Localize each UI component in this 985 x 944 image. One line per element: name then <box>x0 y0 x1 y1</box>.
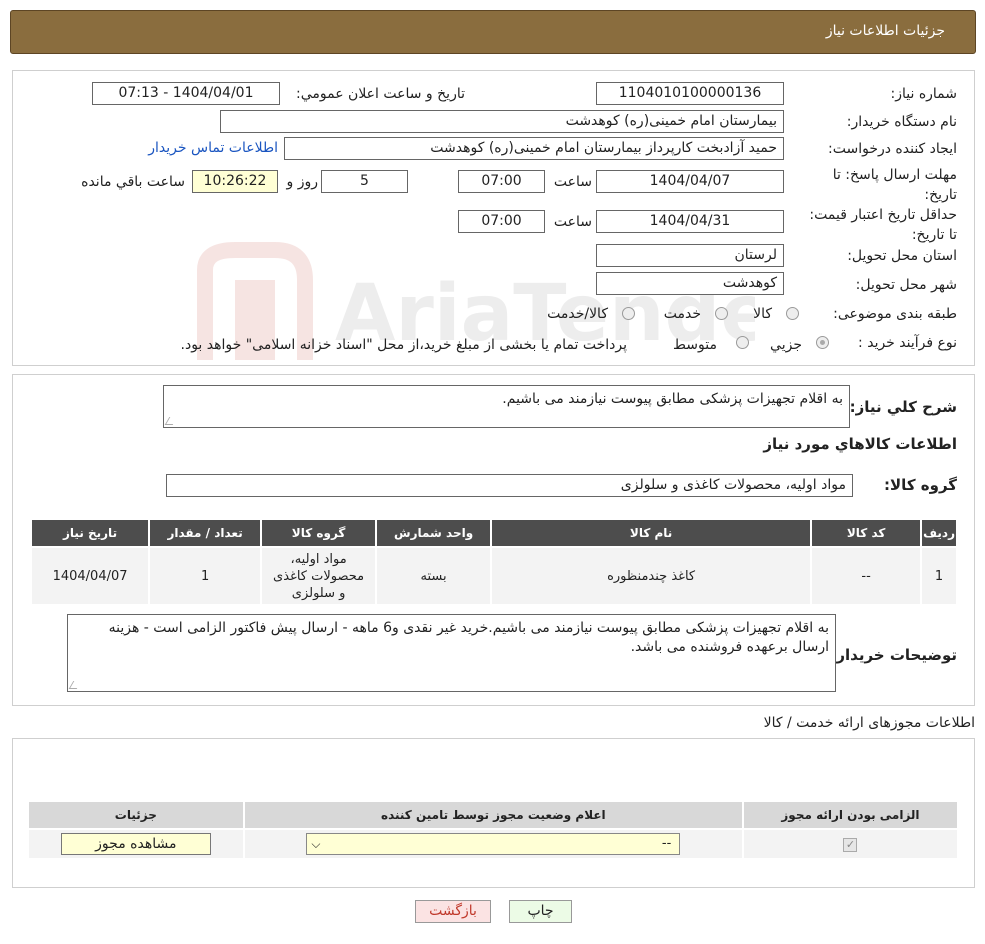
col-date: تاريخ نياز <box>29 518 151 548</box>
chevron-down-icon: ⌵ <box>311 837 321 851</box>
summary-label: شرح كلي نياز: <box>849 398 957 416</box>
announce-label: تاریخ و ساعت اعلان عمومي: <box>296 86 465 102</box>
col-permit-required: الزامی بودن ارائه مجوز <box>741 800 960 830</box>
validity-time-label: ساعت <box>553 214 592 230</box>
cell-row: 1 <box>920 546 958 606</box>
creator-label: ایجاد کننده درخواست: <box>828 141 957 157</box>
buyer-org-field: بیمارستان امام خمینی(ره) کوهدشت <box>220 110 784 133</box>
category-option-goods: کالا <box>753 306 772 322</box>
contact-info-link[interactable]: اطلاعات تماس خريدار <box>148 140 278 156</box>
print-button[interactable]: چاپ <box>509 900 572 923</box>
city-field: کوهدشت <box>596 272 784 295</box>
province-label: استان محل تحویل: <box>847 248 957 264</box>
table-row: 1 -- کاغذ چندمنظوره بسته مواد اولیه، محص… <box>29 546 958 606</box>
deadline-date-field: 1404/04/07 <box>596 170 784 193</box>
col-group: گروه كالا <box>260 518 378 548</box>
process-label: نوع فرآیند خرید : <box>858 335 957 351</box>
col-code: كد كالا <box>810 518 923 548</box>
col-permit-status: اعلام وضعیت مجوز توسط تامین کننده <box>242 800 744 830</box>
resize-grip-icon[interactable] <box>164 417 178 425</box>
validity-label: حداقل تاريخ اعتبار قيمت: تا تاریخ: <box>809 207 957 243</box>
process-radio-medium[interactable] <box>736 336 749 349</box>
permit-required-cell: ✓ <box>741 828 960 860</box>
goods-info-title: اطلاعات كالاهاي مورد نياز <box>763 435 957 453</box>
buyer-notes-textarea[interactable]: به اقلام تجهیزات پزشکی مطابق پیوست نیازم… <box>67 614 836 692</box>
validity-time-field: 07:00 <box>458 210 545 233</box>
process-note: پرداخت تمام یا بخشی از مبلغ خرید،از محل … <box>180 337 627 353</box>
items-table-header: رديف كد كالا نام كالا واحد شمارش گروه كا… <box>29 518 958 548</box>
category-radio-goods[interactable] <box>786 307 799 320</box>
permit-status-cell: ⌵ -- <box>242 828 744 860</box>
city-label: شهر محل تحویل: <box>855 277 957 293</box>
cell-unit: بسته <box>375 546 493 606</box>
permits-table: الزامی بودن ارائه مجوز اعلام وضعیت مجوز … <box>27 800 960 860</box>
buyer-org-label: نام دستگاه خريدار: <box>846 114 957 130</box>
process-option-minor: جزيي <box>770 337 802 353</box>
cell-date: 1404/04/07 <box>29 546 151 606</box>
summary-textarea[interactable]: به اقلام تجهیزات پزشکی مطابق پیوست نیازم… <box>163 385 850 428</box>
col-permit-details: جزئیات <box>27 800 245 830</box>
permit-status-select[interactable]: ⌵ -- <box>306 833 681 855</box>
col-qty: تعداد / مقدار <box>148 518 263 548</box>
checkbox-icon: ✓ <box>843 837 858 852</box>
cell-name: کاغذ چندمنظوره <box>490 546 813 606</box>
resize-grip-icon[interactable] <box>68 681 82 689</box>
process-option-medium: متوسط <box>673 337 717 353</box>
page-title: جزئیات اطلاعات نیاز <box>825 23 945 39</box>
need-number-field: 1104010100000136 <box>596 82 784 105</box>
category-radio-service[interactable] <box>715 307 728 320</box>
items-table: رديف كد كالا نام كالا واحد شمارش گروه كا… <box>29 518 958 606</box>
remaining-label: ساعت باقي مانده <box>81 174 185 190</box>
goods-group-label: گروه کالا: <box>884 476 957 494</box>
category-option-both: کالا/خدمت <box>547 306 608 322</box>
cell-group: مواد اولیه، محصولات کاغذی و سلولزی <box>260 546 378 606</box>
category-label: طبقه بندی موضوعی: <box>833 306 957 322</box>
province-field: لرستان <box>596 244 784 267</box>
buyer-notes-label: توضيحات خريدار: <box>830 646 957 664</box>
col-unit: واحد شمارش <box>375 518 493 548</box>
cell-code: -- <box>810 546 923 606</box>
summary-text: به اقلام تجهیزات پزشکی مطابق پیوست نیازم… <box>502 391 843 407</box>
category-radio-both[interactable] <box>622 307 635 320</box>
remaining-time-field: 10:26:22 <box>192 170 278 193</box>
back-button[interactable]: بازگشت <box>415 900 491 923</box>
category-option-service: خدمت <box>663 306 701 322</box>
permits-table-header: الزامی بودن ارائه مجوز اعلام وضعیت مجوز … <box>27 800 960 830</box>
creator-field: حمید آزادبخت کارپرداز بیمارستان امام خمی… <box>284 137 784 160</box>
deadline-label: مهلت ارسال پاسخ: تا تاریخ: <box>832 167 957 203</box>
permit-status-value: -- <box>661 836 672 851</box>
deadline-time-field: 07:00 <box>458 170 545 193</box>
process-radio-minor[interactable] <box>816 336 829 349</box>
col-name: نام كالا <box>490 518 813 548</box>
validity-date-field: 1404/04/31 <box>596 210 784 233</box>
days-field: 5 <box>321 170 408 193</box>
permits-title: اطلاعات مجوزهای ارائه خدمت / کالا <box>763 715 975 731</box>
page-header: جزئیات اطلاعات نیاز <box>10 10 976 54</box>
days-label: روز و <box>286 174 319 190</box>
view-permit-button[interactable]: مشاهده مجوز <box>60 833 211 855</box>
need-number-label: شماره نیاز: <box>890 86 958 102</box>
announce-field: 1404/04/01 - 07:13 <box>92 82 280 105</box>
goods-group-field: مواد اولیه، محصولات کاغذی و سلولزی <box>166 474 853 497</box>
cell-qty: 1 <box>148 546 263 606</box>
table-row: ✓ ⌵ -- مشاهده مجوز <box>27 828 960 860</box>
col-row: رديف <box>920 518 958 548</box>
deadline-time-label: ساعت <box>553 174 592 190</box>
buyer-notes-text: به اقلام تجهیزات پزشکی مطابق پیوست نیازم… <box>108 620 829 655</box>
permit-details-cell: مشاهده مجوز <box>27 828 245 860</box>
